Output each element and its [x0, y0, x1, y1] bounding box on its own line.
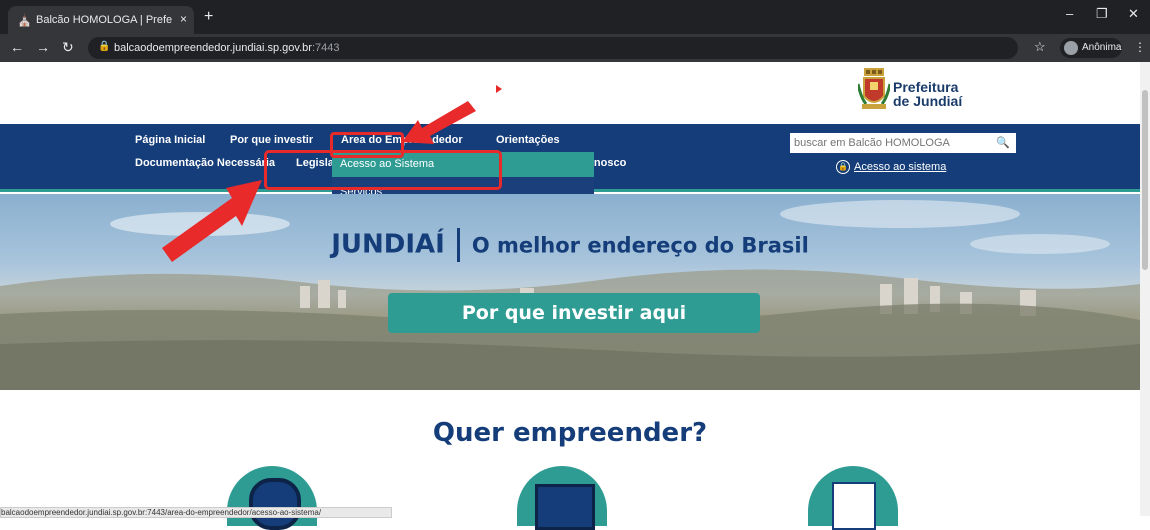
red-arrow-icon [402, 101, 476, 144]
red-arrow-icon [162, 180, 262, 262]
red-mark-icon [496, 85, 502, 93]
annotation-arrows [162, 85, 502, 262]
